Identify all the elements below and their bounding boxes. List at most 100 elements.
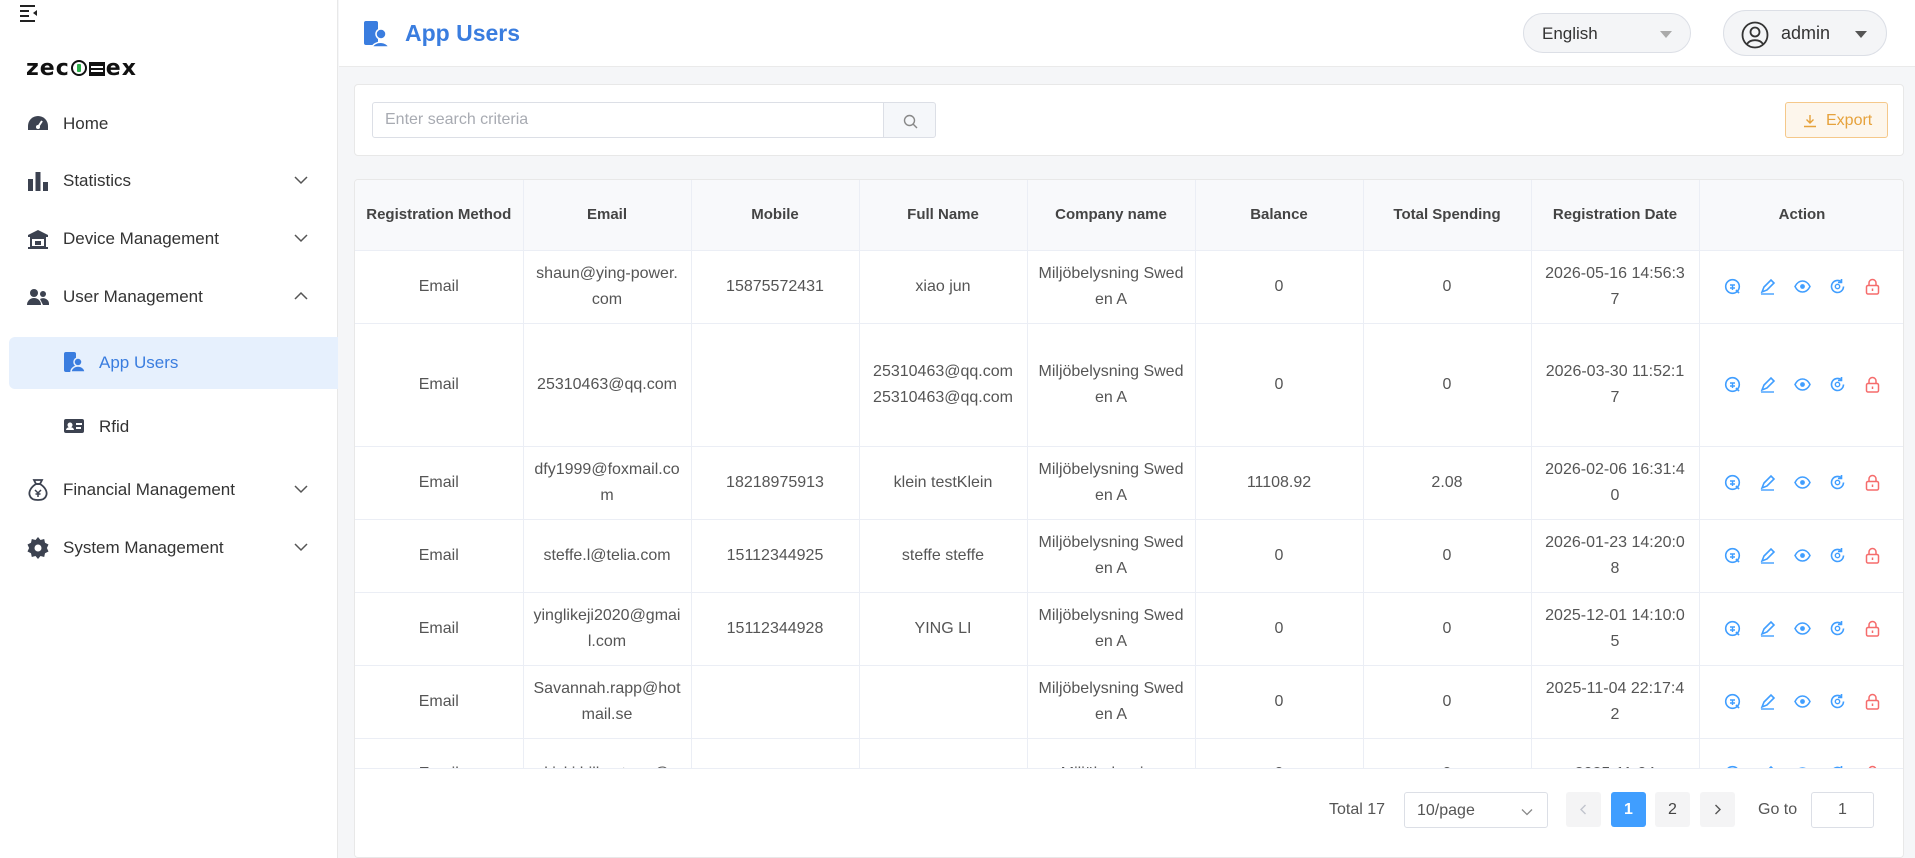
pagination: Total 17 10/page 1 2 Go to <box>355 768 1903 857</box>
refund-icon[interactable] <box>1829 278 1846 295</box>
column-header: Action <box>1699 180 1903 251</box>
money-bag-icon <box>28 479 48 501</box>
cell-method: Email <box>355 738 524 768</box>
view-icon[interactable] <box>1793 278 1811 295</box>
edit-icon[interactable] <box>1759 620 1776 637</box>
refund-icon[interactable] <box>1829 376 1846 393</box>
user-menu-button[interactable]: admin <box>1723 10 1887 56</box>
next-page-button[interactable] <box>1700 792 1735 827</box>
sidebar-item-user-management[interactable]: User Management <box>0 271 338 323</box>
recharge-icon[interactable] <box>1724 693 1741 710</box>
edit-icon[interactable] <box>1759 278 1776 295</box>
total-count: Total 17 <box>1329 801 1386 818</box>
cell-date: 2025-11-04 <box>1531 738 1700 768</box>
prev-page-button[interactable] <box>1566 792 1601 827</box>
sidebar-item-financial-management[interactable]: Financial Management <box>0 464 338 516</box>
view-icon[interactable] <box>1793 693 1811 710</box>
column-header: Registration Method <box>355 180 524 251</box>
page-button-1[interactable]: 1 <box>1611 792 1646 827</box>
table-row: Email 25310463@qq.com 25310463@qq.com 2531… <box>355 323 1903 447</box>
view-icon[interactable] <box>1793 547 1811 564</box>
cell-mobile: 15112344925 <box>691 519 860 593</box>
cell-company: Miljöbelysning Sweden A <box>1027 446 1196 520</box>
sidebar-item-label: Rfid <box>99 417 130 436</box>
cell-email: dfy1999@foxmail.com <box>523 446 692 520</box>
column-header: Email <box>523 180 692 251</box>
edit-icon[interactable] <box>1759 474 1776 491</box>
cell-email: kicki.hillerstrom@ <box>523 738 692 768</box>
column-header: Total Spending <box>1363 180 1532 251</box>
sidebar-item-device-management[interactable]: Device Management <box>0 213 338 265</box>
recharge-icon[interactable] <box>1724 376 1741 393</box>
menu-collapse-icon[interactable] <box>18 2 40 24</box>
cell-balance: 0 <box>1195 738 1364 768</box>
cell-email: 25310463@qq.com <box>523 323 692 447</box>
column-header: Company name <box>1027 180 1196 251</box>
table-scroll-area[interactable]: Registration Method Email Mobile Full Na… <box>355 180 1903 768</box>
cell-company: Miljöbelysning Sweden A <box>1027 592 1196 666</box>
search-button[interactable] <box>883 102 936 138</box>
lock-icon[interactable] <box>1864 376 1881 393</box>
sidebar-item-rfid[interactable]: Rfid <box>9 401 338 453</box>
bar-chart-icon <box>28 172 48 191</box>
edit-icon[interactable] <box>1759 693 1776 710</box>
lock-icon[interactable] <box>1864 620 1881 637</box>
caret-down-icon <box>1660 31 1672 38</box>
page-size-select[interactable]: 10/page <box>1404 792 1548 828</box>
refund-icon[interactable] <box>1829 474 1846 491</box>
cell-email: Savannah.rapp@hotmail.se <box>523 665 692 739</box>
recharge-icon[interactable] <box>1724 278 1741 295</box>
cell-spending: 0 <box>1363 519 1532 593</box>
cell-company: Miljöbelysning Sweden A <box>1027 250 1196 324</box>
cell-name <box>859 738 1028 768</box>
sidebar-item-system-management[interactable]: System Management <box>0 522 338 574</box>
sidebar-item-app-users[interactable]: App Users <box>9 337 338 389</box>
search-input[interactable] <box>372 102 884 138</box>
view-icon[interactable] <box>1793 474 1811 491</box>
goto-label: Go to <box>1758 801 1798 818</box>
cell-date: 2025-11-04 22:17:42 <box>1531 665 1700 739</box>
column-header: Mobile <box>691 180 860 251</box>
cell-spending: 0 <box>1363 665 1532 739</box>
cell-date: 2026-01-23 14:20:08 <box>1531 519 1700 593</box>
goto-page-input[interactable] <box>1811 792 1874 828</box>
cell-spending: 0 <box>1363 323 1532 447</box>
view-icon[interactable] <box>1793 620 1811 637</box>
export-button[interactable]: Export <box>1785 102 1888 138</box>
lock-icon[interactable] <box>1864 474 1881 491</box>
page-button-2[interactable]: 2 <box>1655 792 1690 827</box>
column-header: Full Name <box>859 180 1028 251</box>
chevron-right-icon <box>1715 804 1721 815</box>
cell-name: steffe steffe <box>859 519 1028 593</box>
refund-icon[interactable] <box>1829 547 1846 564</box>
refund-icon[interactable] <box>1829 693 1846 710</box>
table-row: Email yinglikeji2020@gmail.com 15112344928… <box>355 592 1903 666</box>
recharge-icon[interactable] <box>1724 474 1741 491</box>
lock-icon[interactable] <box>1864 278 1881 295</box>
column-header: Registration Date <box>1531 180 1700 251</box>
cell-name: klein testKlein <box>859 446 1028 520</box>
cell-balance: 0 <box>1195 250 1364 324</box>
lock-icon[interactable] <box>1864 693 1881 710</box>
edit-icon[interactable] <box>1759 376 1776 393</box>
users-table: Registration Method Email Mobile Full Na… <box>355 180 1903 768</box>
table-row: Email steffe.l@telia.com 15112344925 steffe… <box>355 519 1903 593</box>
cell-mobile: 15112344928 <box>691 592 860 666</box>
language-select[interactable]: English <box>1523 13 1691 53</box>
cell-spending: 0 <box>1363 738 1532 768</box>
view-icon[interactable] <box>1793 376 1811 393</box>
cell-company: Miljöbelysning <box>1027 738 1196 768</box>
edit-icon[interactable] <box>1759 547 1776 564</box>
sidebar-item-home[interactable]: Home <box>0 98 338 150</box>
logo: zec ex <box>26 56 137 81</box>
sidebar-item-label: System Management <box>63 538 224 557</box>
lock-icon[interactable] <box>1864 547 1881 564</box>
cell-balance: 11108.92 <box>1195 446 1364 520</box>
refund-icon[interactable] <box>1829 620 1846 637</box>
recharge-icon[interactable] <box>1724 620 1741 637</box>
cell-date: 2026-03-30 11:52:17 <box>1531 323 1700 447</box>
recharge-icon[interactable] <box>1724 547 1741 564</box>
sidebar-item-statistics[interactable]: Statistics <box>0 155 338 207</box>
cell-method: Email <box>355 323 524 447</box>
export-label: Export <box>1826 112 1873 129</box>
